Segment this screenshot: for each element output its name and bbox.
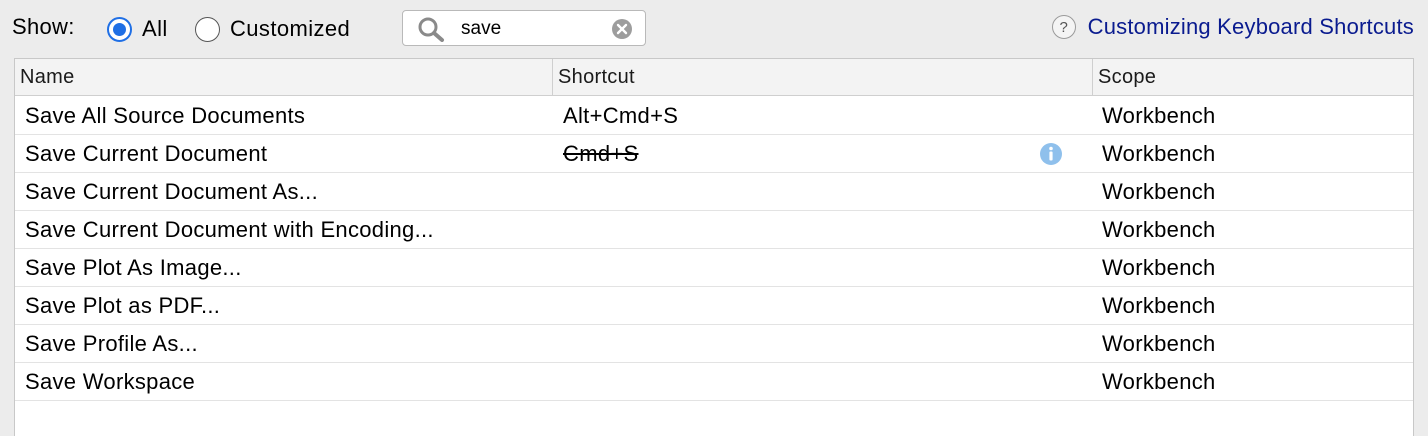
radio-all-circle[interactable] (107, 16, 132, 42)
row-name: Save Workspace (25, 369, 196, 394)
row-scope: Workbench (1102, 217, 1216, 242)
radio-customized-circle[interactable] (195, 16, 220, 42)
row-name: Save Current Document As... (25, 179, 319, 204)
row-shortcut[interactable] (563, 173, 1033, 210)
row-shortcut[interactable] (563, 363, 1033, 400)
row-scope: Workbench (1102, 255, 1216, 280)
radio-customized[interactable]: Customized (195, 14, 350, 44)
search-input[interactable] (461, 17, 611, 41)
table-row[interactable]: Save Plot as PDF... Workbench (15, 287, 1413, 325)
row-name: Save All Source Documents (25, 103, 306, 128)
shortcuts-table: Name Shortcut Scope Save All Source Docu… (14, 58, 1414, 436)
row-scope: Workbench (1102, 179, 1216, 204)
row-scope: Workbench (1102, 331, 1216, 356)
table-row[interactable]: Save Profile As... Workbench (15, 325, 1413, 363)
table-body: Save All Source Documents Alt+Cmd+S Work… (15, 97, 1413, 401)
row-name: Save Plot as PDF... (25, 293, 221, 318)
row-shortcut[interactable] (563, 249, 1033, 286)
table-row[interactable]: Save All Source Documents Alt+Cmd+S Work… (15, 97, 1413, 135)
column-header-name[interactable]: Name (15, 59, 553, 96)
radio-all-label[interactable]: All (142, 16, 168, 42)
row-scope: Workbench (1102, 103, 1216, 128)
customizing-shortcuts-link[interactable]: Customizing Keyboard Shortcuts (1088, 14, 1414, 40)
table-header: Name Shortcut Scope (15, 59, 1413, 96)
table-row[interactable]: Save Workspace Workbench (15, 363, 1413, 401)
help-icon[interactable]: ? (1051, 15, 1076, 39)
row-name: Save Current Document (25, 141, 268, 166)
row-shortcut[interactable] (563, 325, 1033, 362)
clear-icon[interactable] (611, 18, 633, 40)
info-icon[interactable] (1039, 142, 1063, 166)
table-row[interactable]: Save Current Document As... Workbench (15, 173, 1413, 211)
row-name: Save Current Document with Encoding... (25, 217, 434, 242)
show-label: Show: (12, 14, 75, 39)
table-row[interactable]: Save Current Document Cmd+S Workbench (15, 135, 1413, 173)
row-shortcut[interactable] (563, 211, 1033, 248)
toolbar: Show: All Customized ? Customizing Keybo… (0, 0, 1428, 56)
help-link-group[interactable]: ? Customizing Keyboard Shortcuts (1051, 12, 1414, 42)
row-shortcut[interactable]: Alt+Cmd+S (563, 97, 1033, 134)
row-scope: Workbench (1102, 293, 1216, 318)
row-scope: Workbench (1102, 369, 1216, 394)
search-icon (418, 17, 444, 42)
table-row[interactable]: Save Plot As Image... Workbench (15, 249, 1413, 287)
row-name: Save Profile As... (25, 331, 198, 356)
column-header-scope[interactable]: Scope (1093, 59, 1415, 96)
table-row[interactable]: Save Current Document with Encoding... W… (15, 211, 1413, 249)
radio-customized-label[interactable]: Customized (230, 16, 350, 42)
search-box[interactable] (402, 10, 646, 46)
radio-all[interactable]: All (107, 14, 168, 44)
row-shortcut[interactable] (563, 287, 1033, 324)
column-header-shortcut[interactable]: Shortcut (553, 59, 1093, 96)
row-shortcut-conflicted[interactable]: Cmd+S (563, 135, 1033, 172)
row-name: Save Plot As Image... (25, 255, 242, 280)
row-scope: Workbench (1102, 141, 1216, 166)
